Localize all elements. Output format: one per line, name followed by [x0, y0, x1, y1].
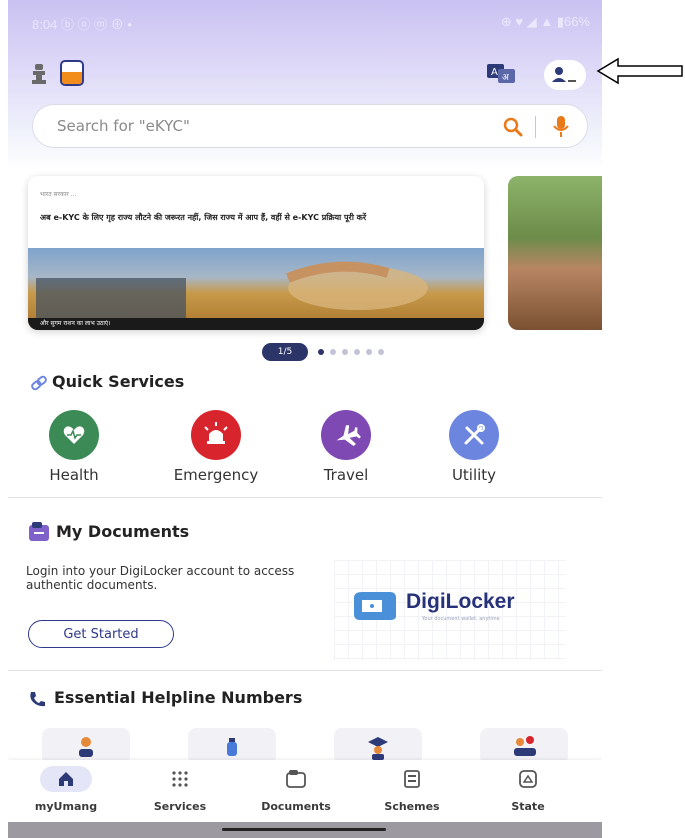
travel-icon-circle: [321, 410, 371, 460]
banner-caption-bar: और सुगम राशन का लाभ उठाएं।: [28, 318, 484, 330]
nav-documents[interactable]: Documents: [246, 766, 346, 816]
carousel-indicator: 1/5: [262, 343, 402, 361]
my-documents-icon: [29, 522, 49, 541]
svg-text:अ: अ: [502, 73, 510, 83]
digilocker-brand: DigiLocker: [406, 590, 515, 613]
state-map-icon: [519, 770, 537, 788]
bottle-icon: [227, 738, 237, 756]
helpline-title: Essential Helpline Numbers: [54, 688, 303, 707]
microphone-icon[interactable]: [551, 115, 571, 139]
family-icon: [514, 736, 536, 756]
carousel-dot[interactable]: [378, 349, 384, 355]
quick-service-utility[interactable]: Utility: [414, 410, 534, 490]
phone-screen: 8:04 ⓑ ⓞ ⓜ ⊕ • ⊕ ♥ ◢ ▲ ▮66% A अ Search f…: [8, 0, 602, 838]
person-icon: [79, 737, 93, 757]
quick-service-emergency[interactable]: Emergency: [156, 410, 276, 490]
banner-caption: और सुगम राशन का लाभ उठाएं।: [40, 320, 111, 327]
search-input[interactable]: [57, 117, 457, 135]
quick-service-label: Health: [49, 466, 99, 484]
nav-label: Schemes: [384, 800, 440, 813]
profile-icon: [552, 67, 576, 82]
nav-active-indicator: [40, 766, 92, 792]
nav-schemes[interactable]: Schemes: [362, 766, 462, 816]
quick-service-health[interactable]: Health: [14, 410, 134, 490]
language-translate-icon[interactable]: A अ: [486, 62, 516, 84]
search-bar[interactable]: [32, 104, 588, 148]
svg-text:A: A: [491, 67, 498, 78]
carousel-dot[interactable]: [354, 349, 360, 355]
quick-service-label: Travel: [323, 466, 369, 484]
helpline-card[interactable]: [334, 728, 422, 764]
promo-banner-next[interactable]: [508, 176, 602, 330]
get-started-button[interactable]: Get Started: [28, 620, 174, 648]
search-divider: [535, 116, 536, 138]
carousel-dot[interactable]: [342, 349, 348, 355]
nav-label: State: [511, 800, 545, 813]
schemes-icon: [404, 770, 420, 788]
carousel-page-counter: 1/5: [262, 343, 308, 361]
nav-label: myUmang: [34, 800, 98, 813]
quick-service-label: Utility: [451, 466, 497, 484]
digilocker-banner[interactable]: DigiLocker Your document wallet, anytime: [334, 560, 566, 660]
banner-headline: अब e-KYC के लिए गृह राज्य लौटने की जरूरत…: [40, 213, 367, 222]
digilocker-logo-icon: [354, 592, 396, 620]
documents-icon: [286, 770, 306, 788]
quick-services-title: Quick Services: [52, 372, 185, 391]
helpline-card[interactable]: [188, 728, 276, 764]
banner-photo: और सुगम राशन का लाभ उठाएं।: [28, 248, 484, 330]
quick-service-travel[interactable]: Travel: [286, 410, 406, 490]
heart-icon: [63, 426, 85, 444]
section-divider: [8, 497, 602, 498]
helpline-card[interactable]: [42, 728, 130, 764]
nav-myumang[interactable]: myUmang: [16, 766, 116, 816]
carousel-dot[interactable]: [366, 349, 372, 355]
status-indicators: ⊕ ♥ ◢ ▲ ▮66%: [500, 14, 590, 29]
profile-button[interactable]: [544, 60, 586, 90]
gesture-handle[interactable]: [222, 828, 386, 831]
carousel-dot[interactable]: [318, 349, 324, 355]
digilocker-tagline: Your document wallet, anytime: [422, 616, 500, 622]
search-icon[interactable]: [503, 117, 523, 137]
promo-banner[interactable]: भारत सरकार ... अब e-KYC के लिए गृह राज्य…: [28, 176, 484, 330]
app-header: A अ: [8, 50, 602, 94]
grid-icon: [172, 771, 188, 787]
status-time: 8:04 ⓑ ⓞ ⓜ ⊕ •: [32, 17, 132, 32]
health-icon-circle: [49, 410, 99, 460]
nav-label: Services: [153, 800, 207, 813]
my-documents-title: My Documents: [56, 522, 190, 541]
graduate-icon: [368, 737, 388, 760]
siren-icon: [204, 422, 228, 444]
status-bar: 8:04 ⓑ ⓞ ⓜ ⊕ • ⊕ ♥ ◢ ▲ ▮66%: [8, 0, 602, 44]
nav-label: Documents: [261, 800, 331, 813]
national-emblem-icon: [32, 64, 46, 84]
nav-services[interactable]: Services: [130, 766, 230, 816]
umang-logo-icon: [60, 60, 84, 86]
airplane-icon: [336, 425, 361, 446]
annotation-arrow-icon: [596, 57, 683, 85]
tools-icon: [464, 424, 485, 445]
phone-icon: [30, 692, 45, 707]
nav-state[interactable]: State: [478, 766, 578, 816]
link-icon: [31, 375, 47, 391]
home-icon: [59, 772, 73, 786]
emergency-icon-circle: [191, 410, 241, 460]
screenshot-root: 8:04 ⓑ ⓞ ⓜ ⊕ • ⊕ ♥ ◢ ▲ ▮66% A अ Search f…: [0, 0, 685, 838]
quick-service-label: Emergency: [173, 466, 259, 484]
carousel-dot[interactable]: [330, 349, 336, 355]
banner-gov-line: भारत सरकार ...: [40, 191, 77, 198]
helpline-card[interactable]: [480, 728, 568, 764]
my-documents-description: Login into your DigiLocker account to ac…: [26, 564, 295, 592]
utility-icon-circle: [449, 410, 499, 460]
section-divider: [8, 670, 602, 671]
